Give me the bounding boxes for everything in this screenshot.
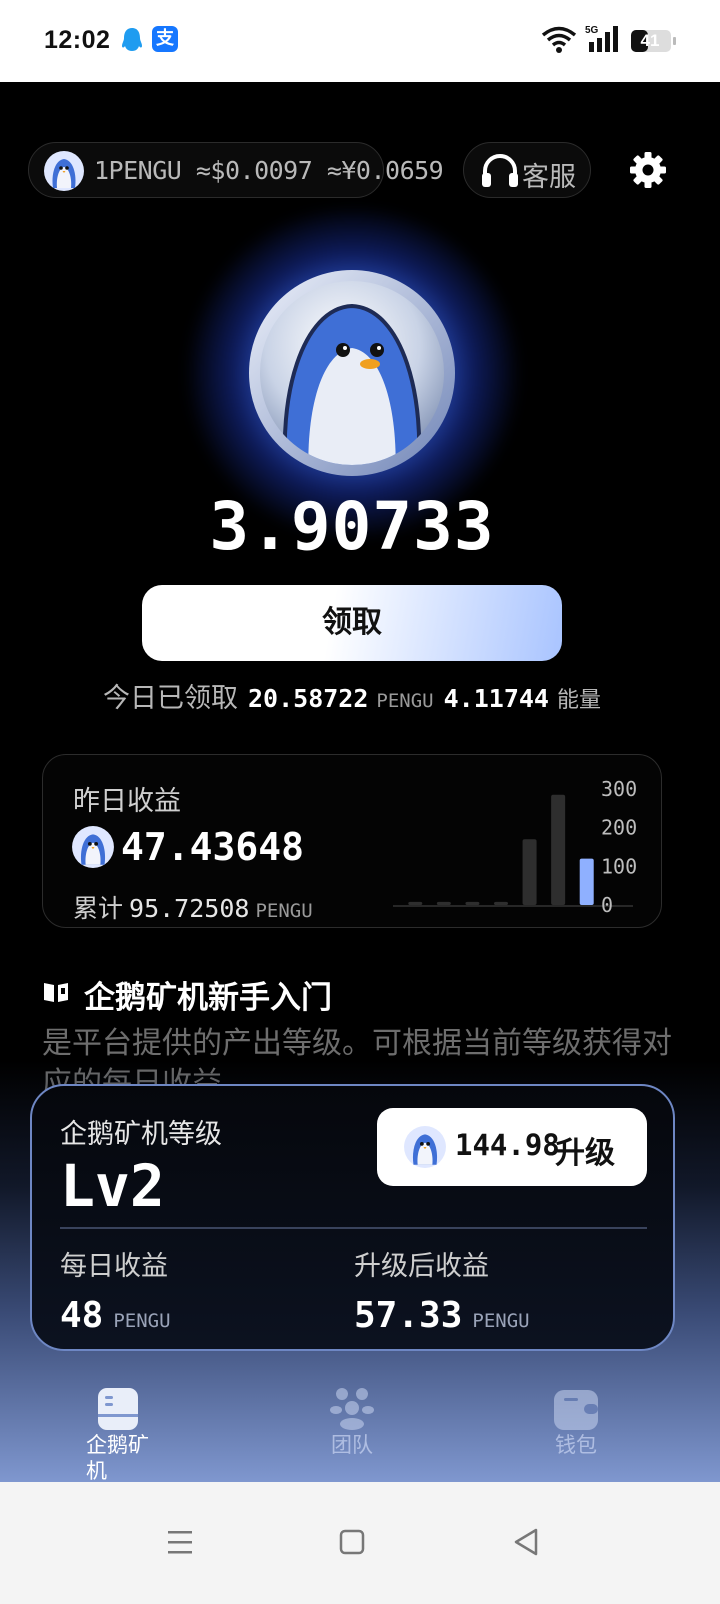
miner-level-card: 企鹅矿机等级 Lv2 144.98 升级 每日收益 48 PENGU 升级后收益 … (30, 1084, 675, 1351)
system-navigation-bar (0, 1482, 720, 1604)
daily-earnings-unit: PENGU (113, 1310, 171, 1332)
status-bar: 12:02 支 5G 41 (0, 0, 720, 82)
total-earnings-label: 累计 (73, 894, 124, 923)
yesterday-earnings-title: 昨日收益 (73, 786, 181, 817)
back-triangle-icon[interactable] (506, 1522, 546, 1562)
miner-level-value: Lv2 (60, 1152, 165, 1220)
upgraded-earnings-label: 升级后收益 (354, 1251, 489, 1282)
menu-icon[interactable] (160, 1522, 200, 1562)
daily-earnings-label: 每日收益 (60, 1251, 168, 1282)
settings-gear-icon[interactable] (628, 150, 668, 190)
chart-bar (522, 839, 537, 905)
upgrade-label: 升级 (555, 1136, 615, 1171)
support-button[interactable]: 客服 (463, 142, 591, 198)
svg-text:5G: 5G (585, 25, 599, 36)
today-claimed-row: 今日已领取 20.58722 PENGU 4.11744 能量 (0, 676, 704, 715)
chart-bar (465, 901, 480, 905)
upgrade-price: 144.98 (455, 1128, 560, 1162)
tab-miner[interactable]: 企鹅矿 机 (58, 1380, 178, 1483)
chart-bar (494, 901, 508, 905)
bottom-tab-bar: 企鹅矿 机 团队 钱包 (0, 1380, 720, 1483)
today-claimed-amount: 20.58722 (248, 684, 369, 713)
upgraded-earnings-unit: PENGU (472, 1310, 530, 1332)
total-earnings-value: 95.72508 (129, 894, 250, 923)
chart-bar (551, 794, 566, 905)
chart-tick-label: 200 (601, 816, 637, 840)
price-text: 1PENGU ≈$0.0097 ≈¥0.0659 (94, 156, 444, 185)
energy-amount: 4.11744 (443, 684, 549, 713)
price-pill[interactable]: 1PENGU ≈$0.0097 ≈¥0.0659 (28, 142, 444, 198)
upgraded-earnings: 升级后收益 57.33 PENGU (354, 1244, 530, 1336)
battery-level: 41 (640, 31, 660, 50)
qq-icon (122, 28, 142, 51)
chart-tick-label: 300 (601, 777, 637, 801)
tab-team[interactable]: 团队 (292, 1380, 412, 1482)
daily-earnings-value: 48 (60, 1295, 104, 1336)
home-square-icon[interactable] (332, 1522, 372, 1562)
chart-tick-label: 0 (601, 893, 613, 913)
yesterday-earnings-card[interactable]: 昨日收益 47.43648 累计 95.72508 PENGU 300 200 100 0 (42, 754, 662, 928)
pengu-avatar (404, 1126, 446, 1168)
yesterday-earnings-value: 47.43648 (121, 825, 305, 869)
today-claimed-label: 今日已领取 (103, 683, 238, 714)
upgraded-earnings-value: 57.33 (354, 1295, 463, 1336)
alipay-icon: 支 (152, 26, 178, 52)
divider (60, 1227, 647, 1229)
chart-tick-label: 100 (601, 854, 637, 878)
team-icon (330, 1388, 374, 1430)
status-time: 12:02 (44, 26, 111, 54)
total-earnings-unit: PENGU (255, 900, 313, 922)
headset-icon (482, 154, 518, 187)
today-claimed-unit: PENGU (376, 690, 434, 712)
support-label: 客服 (522, 162, 576, 193)
mining-balance: 3.90733 (209, 488, 495, 565)
battery-icon: 41 (630, 28, 678, 54)
penguin-coin-icon[interactable] (247, 268, 457, 478)
earnings-bar-chart: 300 200 100 0 (393, 777, 637, 913)
tab-miner-label: 企鹅矿 机 (86, 1433, 149, 1483)
tab-team-label: 团队 (331, 1433, 373, 1457)
upgrade-button[interactable]: 144.98 升级 (377, 1108, 647, 1186)
chart-bar (579, 858, 594, 905)
server-icon (98, 1388, 138, 1430)
daily-earnings: 每日收益 48 PENGU (60, 1244, 171, 1336)
pengu-avatar (72, 826, 114, 868)
wallet-icon (554, 1390, 598, 1430)
tab-wallet-label: 钱包 (555, 1433, 597, 1457)
miner-level-label: 企鹅矿机等级 (60, 1119, 222, 1150)
tab-wallet[interactable]: 钱包 (516, 1380, 636, 1482)
chart-bar (408, 901, 423, 905)
energy-label: 能量 (556, 688, 601, 713)
pengu-avatar (44, 151, 84, 191)
wifi-icon (541, 26, 577, 53)
signal-5g-icon: 5G (585, 25, 618, 52)
guide-title: 企鹅矿机新手入门 (84, 980, 332, 1016)
book-icon (44, 983, 68, 1002)
claim-button[interactable]: 领取 (142, 585, 562, 661)
chart-bar (436, 901, 451, 905)
total-earnings: 累计 95.72508 PENGU (73, 889, 313, 925)
